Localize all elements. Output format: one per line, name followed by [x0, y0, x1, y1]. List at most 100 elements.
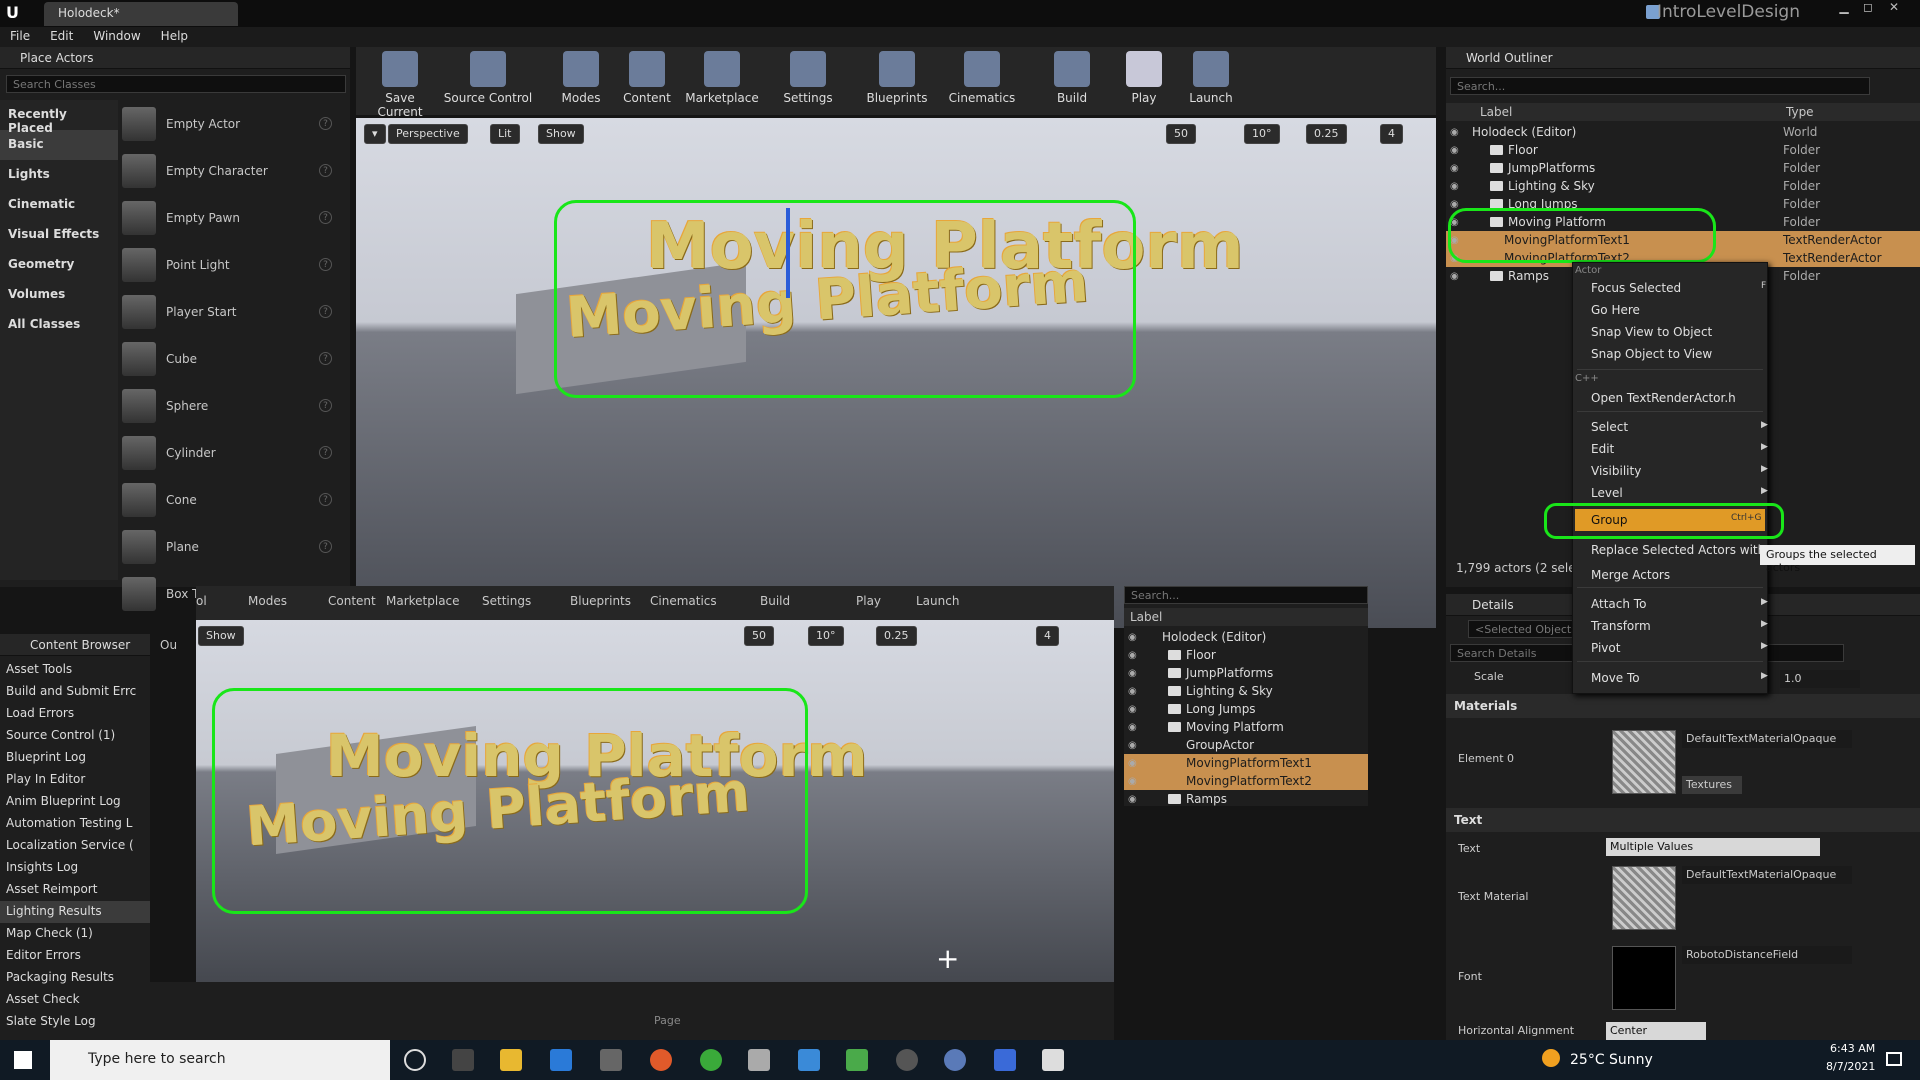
font-thumbnail[interactable] — [1612, 946, 1676, 1010]
close-button[interactable]: ✕ — [1882, 0, 1906, 14]
type-column-header[interactable]: Type — [1786, 105, 1814, 119]
log-category-selected[interactable]: Lighting Results — [0, 901, 150, 923]
label-column-header-2[interactable]: Label — [1130, 610, 1162, 624]
eye-icon[interactable]: ◉ — [1128, 632, 1142, 643]
tool2-cinematics[interactable]: Cinematics — [650, 594, 717, 608]
store-icon[interactable] — [600, 1049, 622, 1071]
tool2-content[interactable]: Content — [328, 594, 376, 608]
level-viewport[interactable]: ▾ Perspective Lit Show 50 10° 0.25 4 Mov… — [356, 118, 1436, 628]
font-combo[interactable]: RobotoDistanceField — [1682, 946, 1852, 964]
select-item[interactable]: Select ▶ — [1591, 420, 1768, 434]
help-icon[interactable]: ? — [319, 493, 332, 506]
log-category[interactable]: Insights Log — [0, 857, 150, 879]
save-current-button[interactable]: Save Current — [364, 51, 436, 119]
tool2-modes[interactable]: Modes — [248, 594, 287, 608]
rotation-snap-value[interactable]: 10° — [1244, 124, 1280, 144]
log-category[interactable]: Blueprint Log — [0, 747, 150, 769]
material-combo[interactable]: DefaultTextMaterialOpaque — [1682, 730, 1852, 748]
actor-item[interactable]: Point Light? — [122, 241, 336, 288]
log-category[interactable]: Asset Check — [0, 989, 150, 1011]
page-selector[interactable]: Page — [654, 1014, 681, 1027]
file-explorer-icon[interactable] — [500, 1049, 522, 1071]
level-item[interactable]: Level ▶ — [1591, 486, 1768, 500]
help-icon[interactable]: ? — [319, 446, 332, 459]
minimize-button[interactable]: ▁ — [1832, 0, 1856, 14]
tool2-marketplace[interactable]: Marketplace — [386, 594, 460, 608]
todo-icon[interactable] — [798, 1049, 820, 1071]
eye-icon[interactable]: ◉ — [1128, 650, 1142, 661]
outliner2-row[interactable]: ◉ Floor — [1124, 646, 1368, 664]
eye-icon[interactable]: ◉ — [1450, 271, 1464, 282]
help-icon[interactable]: ? — [319, 352, 332, 365]
outliner-row[interactable]: ◉ Lighting & Sky Folder — [1446, 177, 1920, 195]
scale-field[interactable]: 1.0 — [1780, 670, 1860, 688]
textures-button[interactable]: Textures — [1682, 776, 1742, 794]
outliner-search-input[interactable]: Search... — [1450, 77, 1870, 95]
material-thumbnail[interactable] — [1612, 730, 1676, 794]
log-category[interactable]: Map Check (1) — [0, 923, 150, 945]
eye-icon[interactable]: ◉ — [1450, 127, 1464, 138]
go-here-item[interactable]: Go Here — [1591, 303, 1640, 317]
actor-item[interactable]: Cylinder? — [122, 429, 336, 476]
vscode-icon[interactable] — [550, 1049, 572, 1071]
outliner-row[interactable]: ◉ Holodeck (Editor) World — [1446, 123, 1920, 141]
home-icon[interactable] — [994, 1049, 1016, 1071]
category-all-classes[interactable]: All Classes — [0, 310, 118, 340]
text-section[interactable]: Text — [1446, 808, 1920, 832]
lit-button[interactable]: Lit — [490, 124, 520, 144]
merge-actors-item[interactable]: Merge Actors — [1591, 568, 1670, 582]
viewport-options-button[interactable]: ▾ — [364, 124, 386, 144]
rotation-snap-value-2[interactable]: 10° — [808, 626, 844, 646]
actor-item[interactable]: Cone? — [122, 476, 336, 523]
edit-item[interactable]: Edit ▶ — [1591, 442, 1768, 456]
menu-file[interactable]: File — [0, 27, 40, 47]
move-to-item[interactable]: Move To ▶ — [1591, 671, 1768, 685]
log-category[interactable]: Asset Reimport — [0, 879, 150, 901]
task-view-icon[interactable] — [452, 1049, 474, 1071]
label-column-header[interactable]: Label — [1480, 105, 1512, 119]
outliner2-row[interactable]: ◉ Holodeck (Editor) — [1124, 628, 1368, 646]
outliner-tab-2[interactable]: Ou — [160, 638, 177, 652]
menu-window[interactable]: Window — [83, 27, 150, 47]
eye-icon[interactable]: ◉ — [1450, 145, 1464, 156]
actor-item[interactable]: Empty Character? — [122, 147, 336, 194]
eye-icon[interactable]: ◉ — [1450, 181, 1464, 192]
focus-selected-item[interactable]: Focus Selected F — [1591, 281, 1766, 295]
outliner2-row[interactable]: ◉ GroupActor — [1124, 736, 1368, 754]
log-category[interactable]: Localization Service ( — [0, 835, 150, 857]
outliner-row[interactable]: ◉ Floor Folder — [1446, 141, 1920, 159]
eye-icon[interactable]: ◉ — [1450, 163, 1464, 174]
attach-to-item[interactable]: Attach To ▶ — [1591, 597, 1768, 611]
category-lights[interactable]: Lights — [0, 160, 118, 190]
replace-selected-item[interactable]: Replace Selected Actors with — [1591, 543, 1765, 557]
level-tab[interactable]: Holodeck* — [44, 2, 238, 26]
materials-section[interactable]: Materials — [1446, 694, 1920, 718]
blueprints-button[interactable]: Blueprints — [864, 51, 930, 105]
tool2-launch[interactable]: Launch — [916, 594, 959, 608]
tool2-label[interactable]: ol — [196, 594, 207, 608]
snap-object-item[interactable]: Snap Object to View — [1591, 347, 1712, 361]
eye-icon[interactable]: ◉ — [1128, 776, 1142, 787]
launch-button[interactable]: Launch — [1186, 51, 1236, 105]
outliner2-row[interactable]: ◉ JumpPlatforms — [1124, 664, 1368, 682]
eye-icon[interactable]: ◉ — [1128, 758, 1142, 769]
visibility-item[interactable]: Visibility ▶ — [1591, 464, 1768, 478]
actor-item[interactable]: Sphere? — [122, 382, 336, 429]
log-category[interactable]: Build and Submit Errc — [0, 681, 150, 703]
outliner2-row-selected[interactable]: ◉ MovingPlatformText2 — [1124, 772, 1368, 790]
outliner2-row[interactable]: ◉ Long Jumps — [1124, 700, 1368, 718]
actor-item[interactable]: Empty Actor? — [122, 100, 336, 147]
snipping-icon[interactable] — [846, 1049, 868, 1071]
help-icon[interactable]: ? — [319, 164, 332, 177]
modes-button[interactable]: Modes — [556, 51, 606, 105]
mail-icon[interactable] — [748, 1049, 770, 1071]
actor-item[interactable]: Plane? — [122, 523, 336, 570]
source-control-button[interactable]: Source Control — [442, 51, 534, 105]
camera-speed-value-2[interactable]: 4 — [1036, 626, 1059, 646]
log-category[interactable]: Anim Blueprint Log — [0, 791, 150, 813]
eye-icon[interactable]: ◉ — [1128, 740, 1142, 751]
help-icon[interactable]: ? — [319, 258, 332, 271]
menu-help[interactable]: Help — [151, 27, 198, 47]
log-category[interactable]: Play In Editor — [0, 769, 150, 791]
taskbar-search-input[interactable]: Type here to search — [50, 1040, 390, 1080]
